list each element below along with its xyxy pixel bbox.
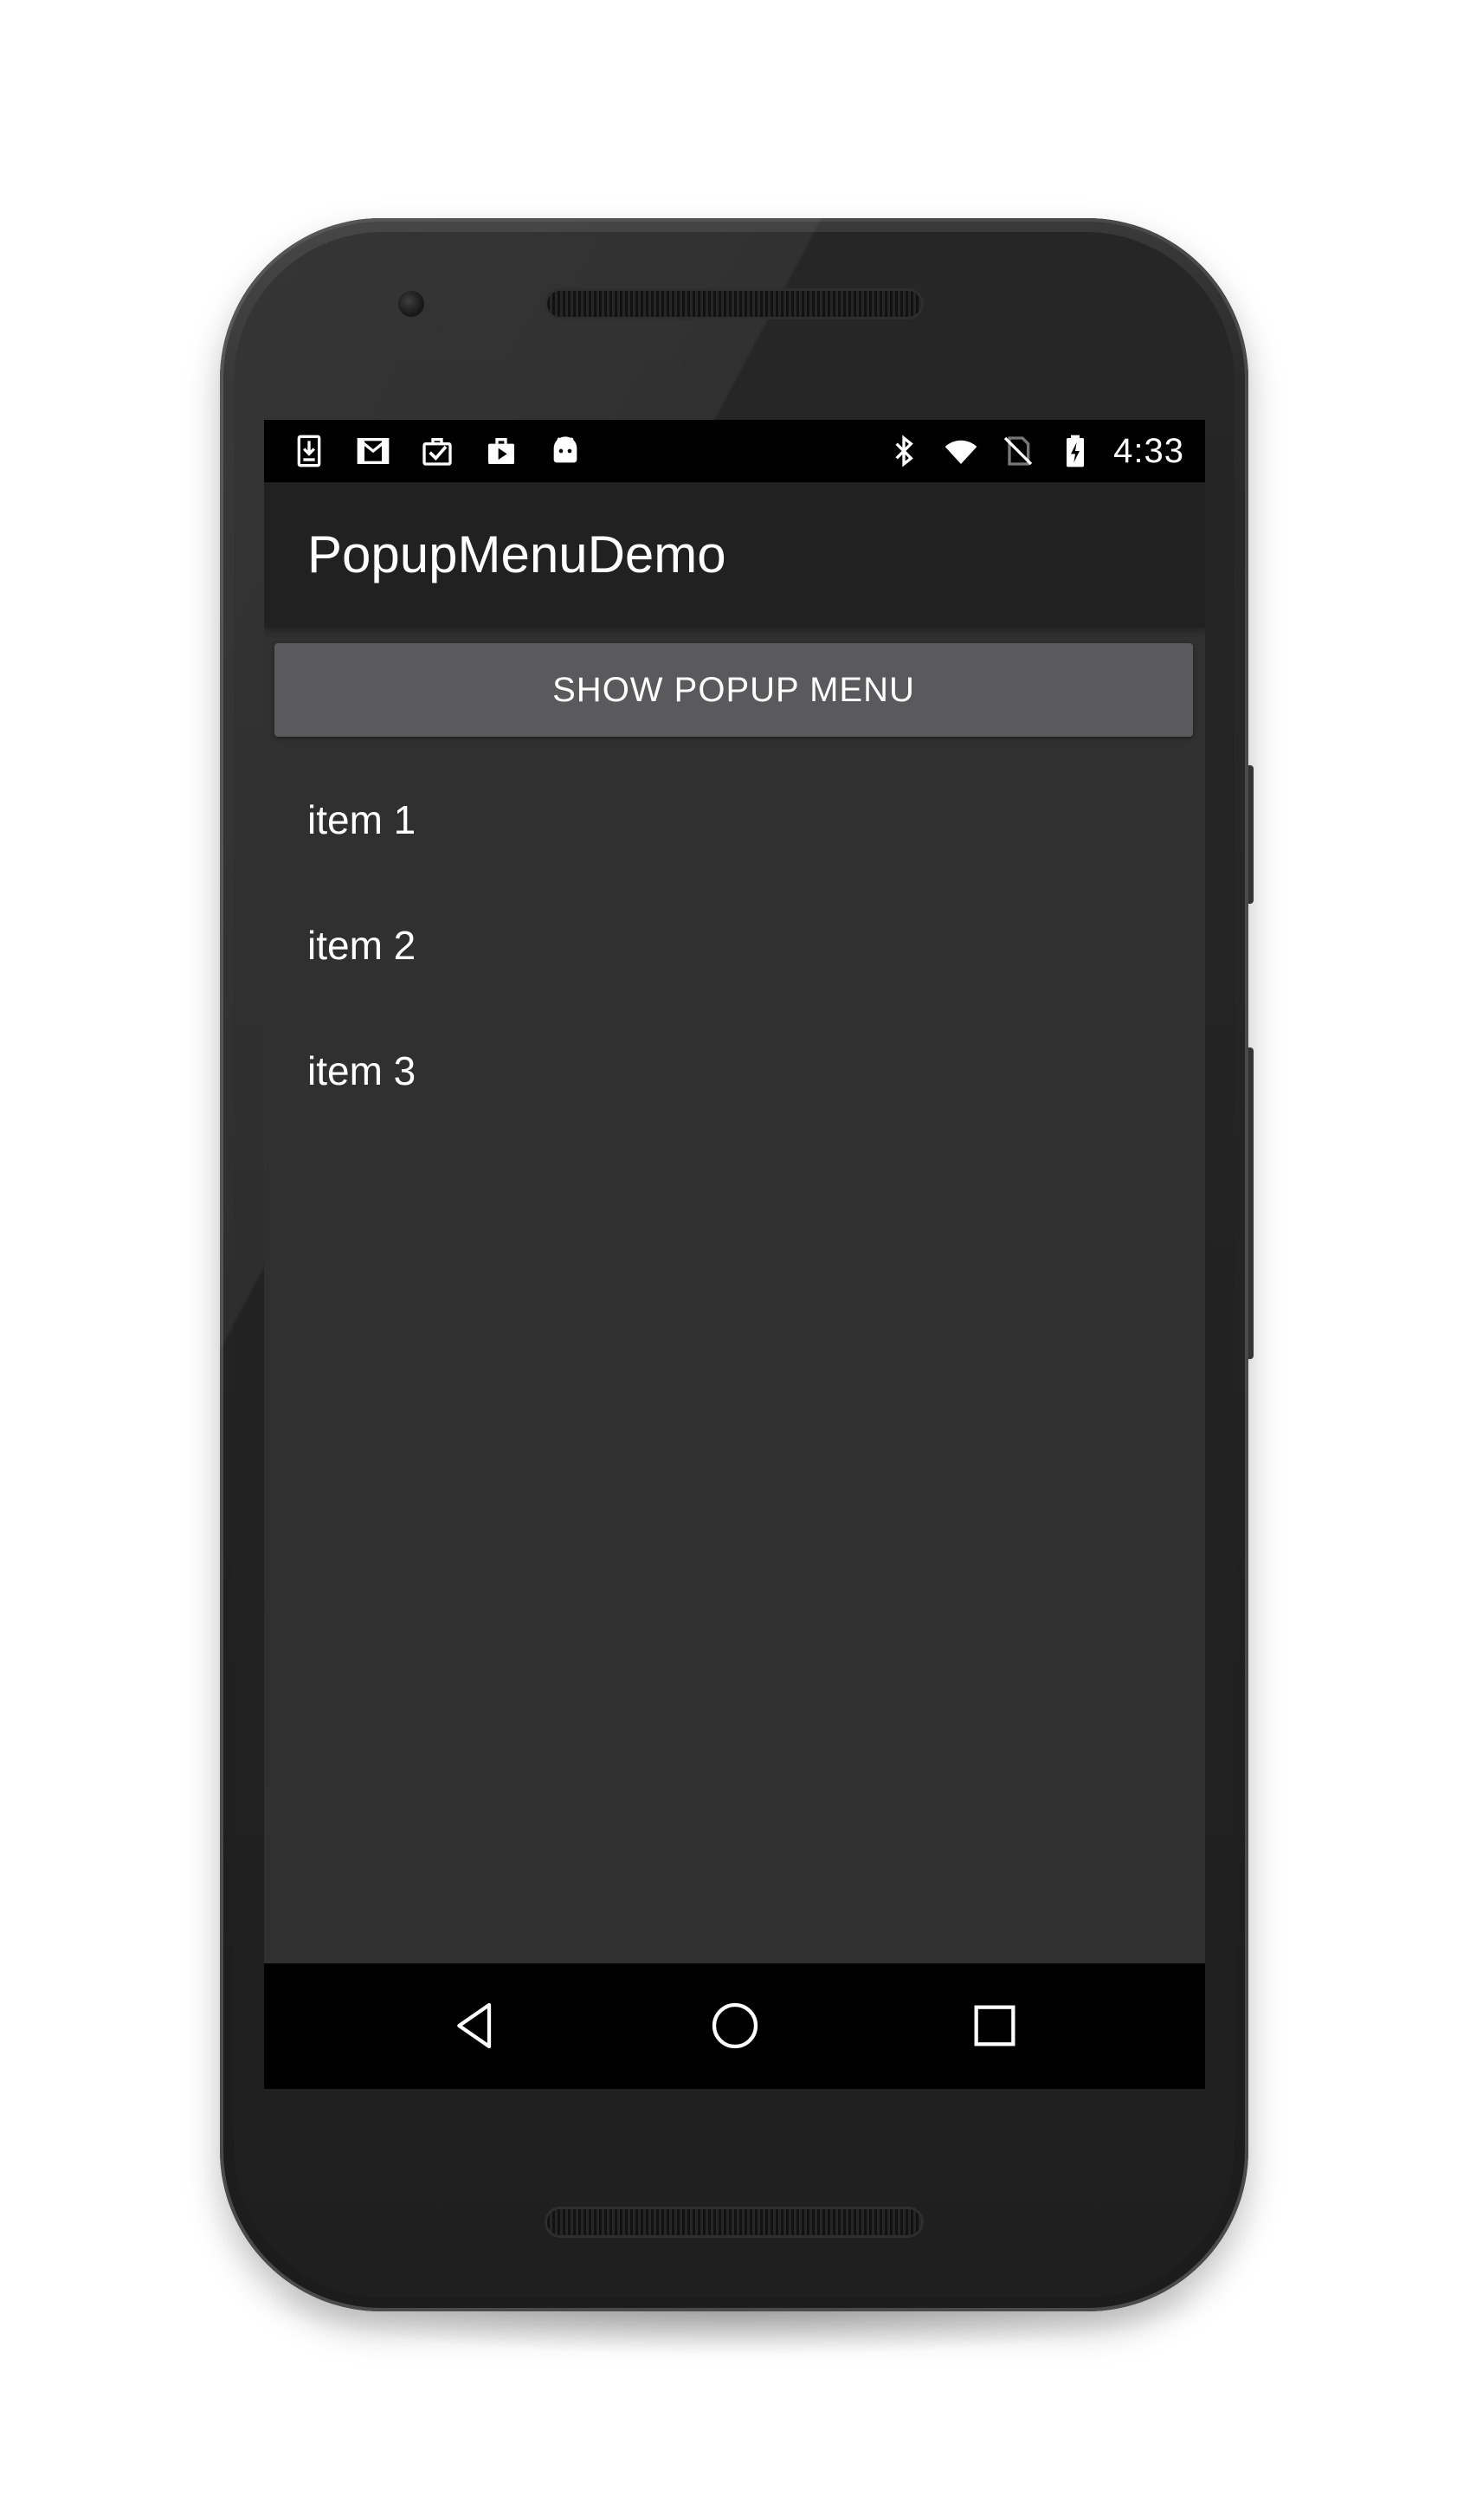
clipboard-check-icon bbox=[418, 432, 456, 470]
bluetooth-icon bbox=[885, 432, 923, 470]
wifi-icon bbox=[942, 432, 980, 470]
front-camera bbox=[398, 291, 424, 317]
bottom-speaker-grille bbox=[547, 2209, 921, 2235]
list-item[interactable]: item 1 bbox=[264, 757, 1205, 883]
item-list: item 1 item 2 item 3 bbox=[264, 757, 1205, 1134]
app-title: PopupMenuDemo bbox=[307, 525, 726, 583]
main-content: SHOW POPUP MENU item 1 item 2 item 3 bbox=[264, 628, 1205, 1963]
device-mockup: 4:33 PopupMenuDemo SHOW POPUP MENU item … bbox=[0, 0, 1470, 2520]
list-item[interactable]: item 2 bbox=[264, 883, 1205, 1009]
show-popup-menu-button[interactable]: SHOW POPUP MENU bbox=[274, 643, 1193, 737]
navigation-bar bbox=[264, 1963, 1205, 2089]
gmail-icon bbox=[354, 432, 392, 470]
download-icon bbox=[290, 432, 328, 470]
action-bar: PopupMenuDemo bbox=[264, 482, 1205, 628]
device-screen: 4:33 PopupMenuDemo SHOW POPUP MENU item … bbox=[264, 420, 1205, 2089]
no-sim-icon bbox=[999, 432, 1037, 470]
back-icon[interactable] bbox=[444, 1995, 506, 2057]
list-item[interactable]: item 3 bbox=[264, 1009, 1205, 1134]
notification-icons bbox=[290, 432, 584, 470]
play-store-icon bbox=[482, 432, 520, 470]
android-icon bbox=[546, 432, 584, 470]
system-status-icons: 4:33 bbox=[885, 430, 1184, 472]
top-speaker-grille bbox=[547, 291, 921, 317]
status-bar: 4:33 bbox=[264, 420, 1205, 482]
home-icon[interactable] bbox=[704, 1995, 766, 2057]
battery-charging-icon bbox=[1056, 432, 1094, 470]
status-clock: 4:33 bbox=[1113, 431, 1184, 470]
recents-icon[interactable] bbox=[964, 1995, 1026, 2057]
